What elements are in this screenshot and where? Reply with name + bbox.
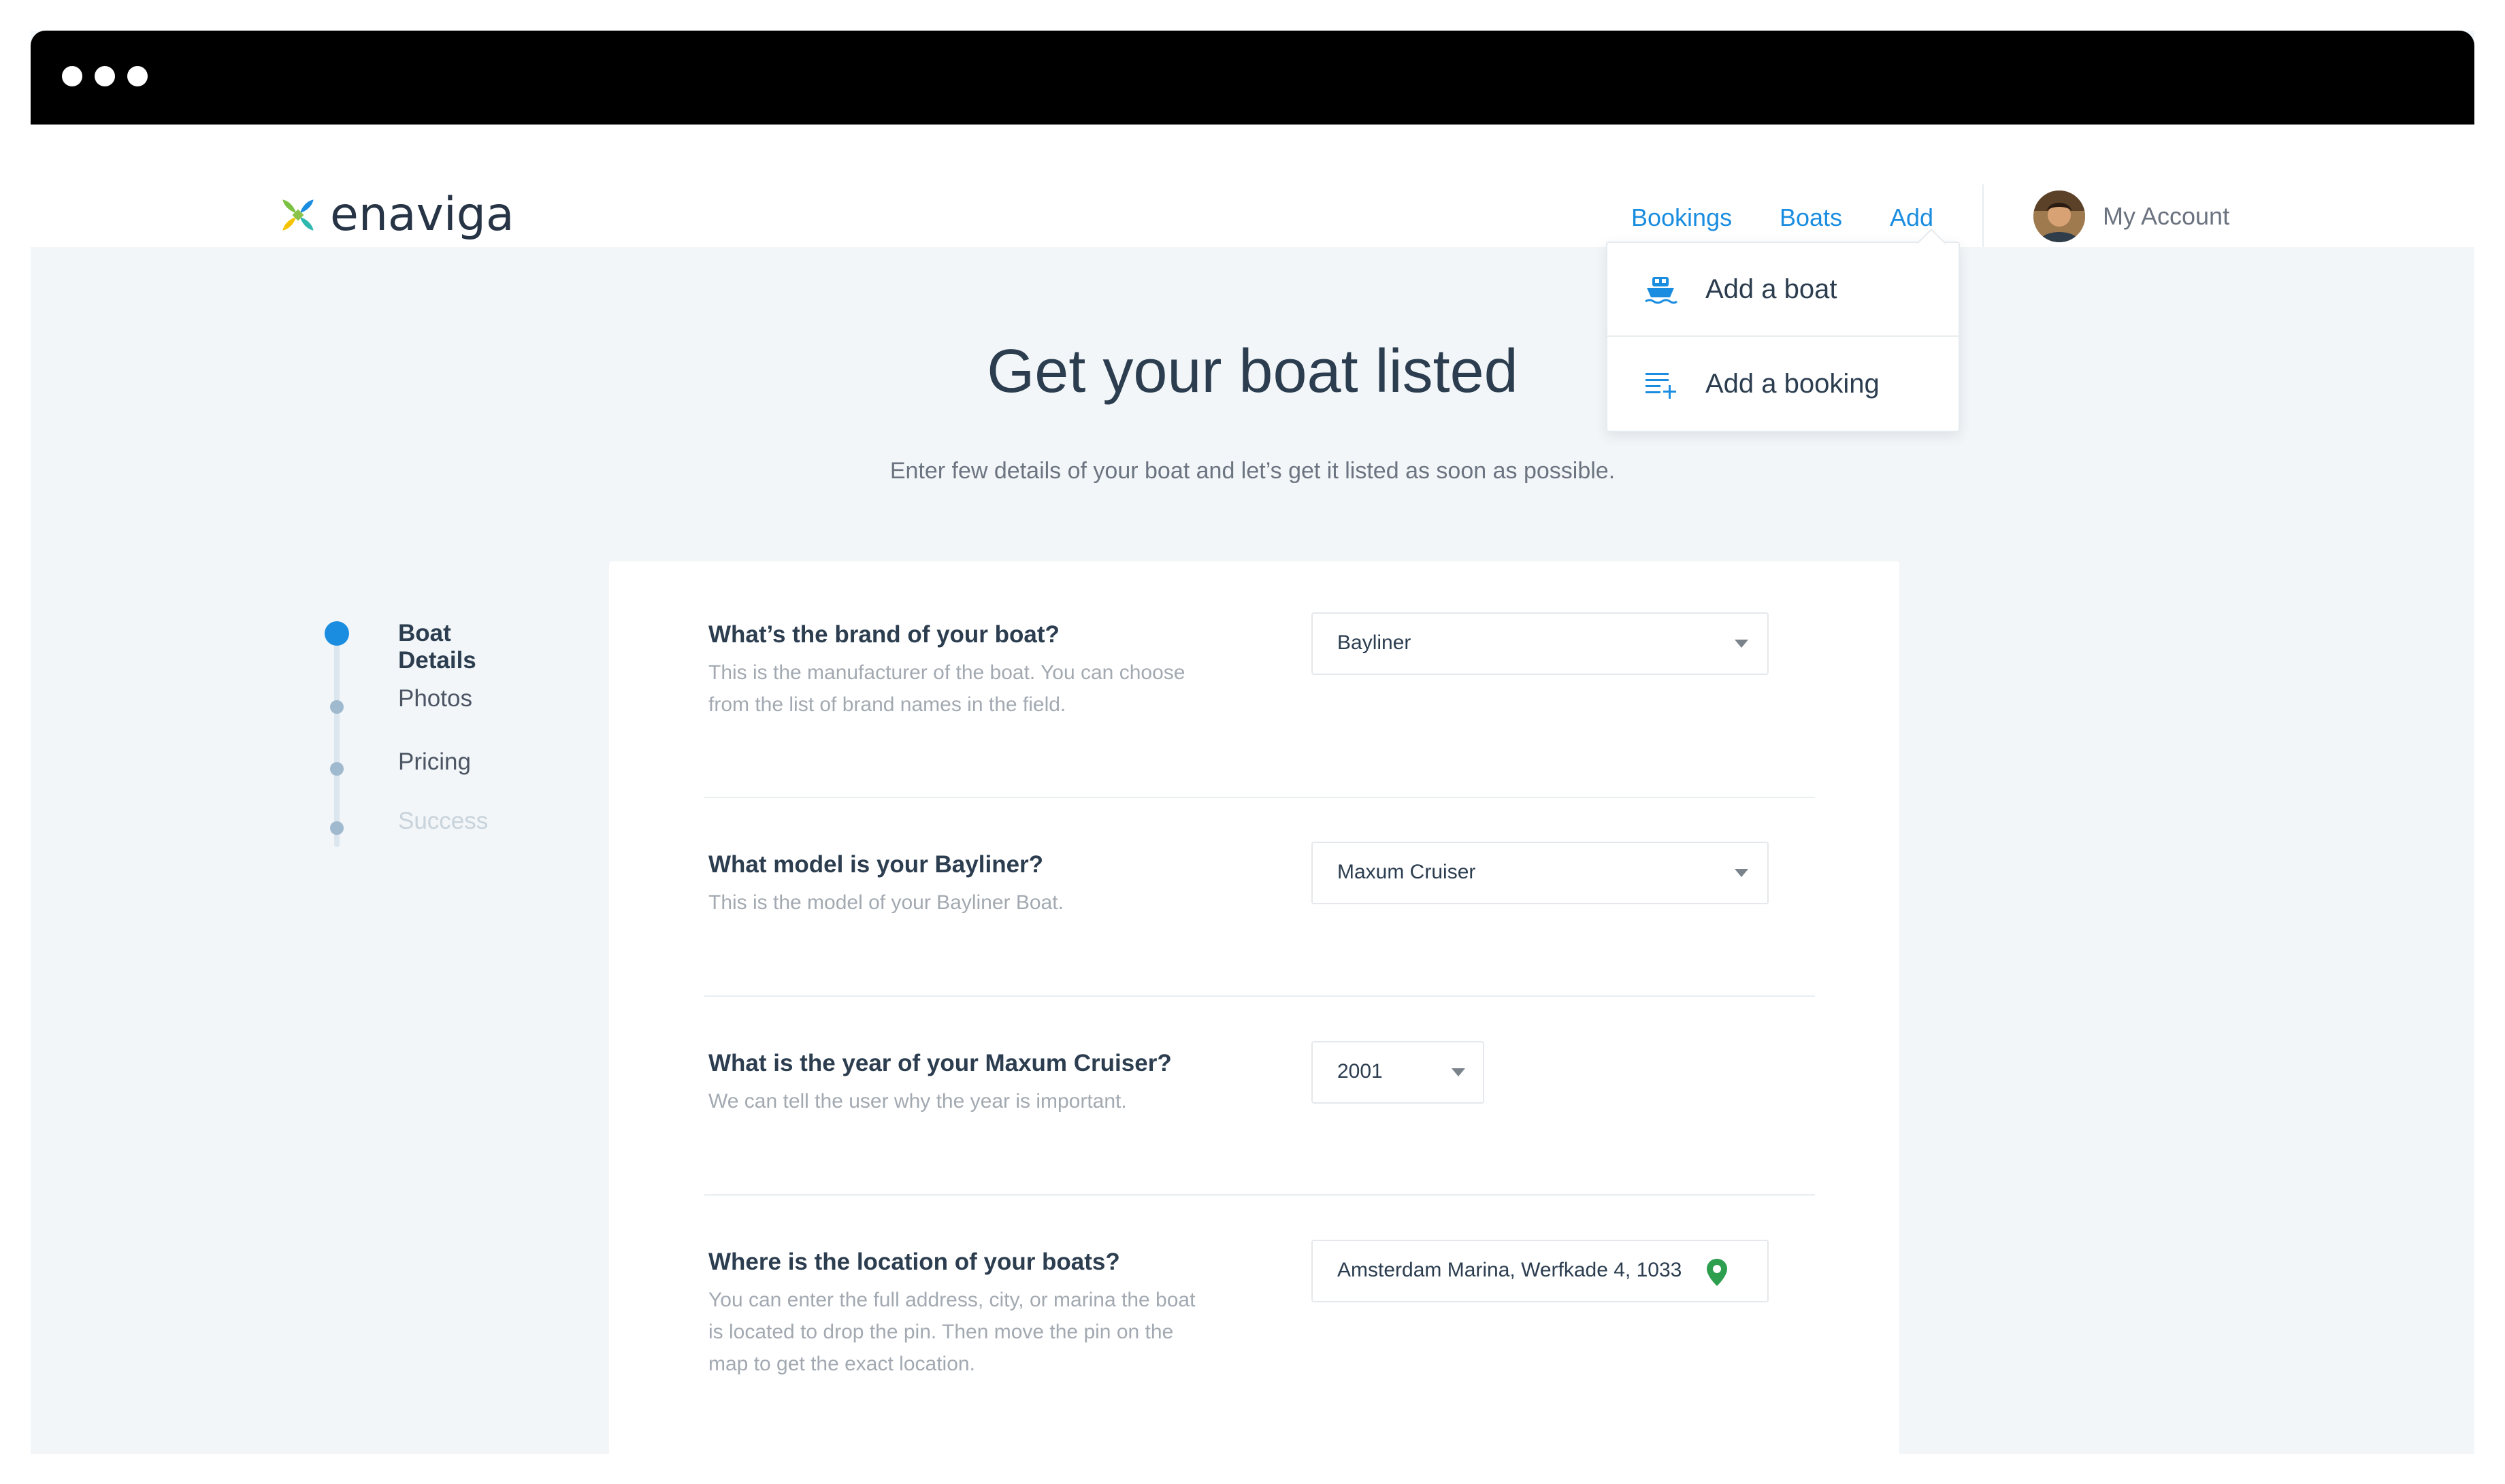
- my-account-link[interactable]: My Account: [2103, 202, 2229, 231]
- menu-item-add-boat[interactable]: Add a boat: [1607, 243, 1959, 337]
- year-question: What is the year of your Maxum Cruiser?: [708, 1050, 1172, 1076]
- model-select[interactable]: Maxum Cruiser: [1311, 842, 1769, 904]
- page-subtitle: Enter few details of your boat and let’s…: [889, 458, 1616, 484]
- model-question: What model is your Bayliner?: [708, 851, 1044, 878]
- brand-select-value: Bayliner: [1337, 631, 1411, 654]
- location-help-text: You can enter the full address, city, or…: [708, 1289, 1196, 1375]
- menu-item-label: Add a booking: [1705, 368, 1880, 399]
- nav-divider: [1982, 184, 1984, 247]
- window-maximize-dot[interactable]: [127, 66, 148, 86]
- window-minimize-dot[interactable]: [95, 66, 115, 86]
- year-select[interactable]: 2001: [1311, 1041, 1484, 1104]
- menu-item-add-booking[interactable]: Add a booking: [1607, 337, 1959, 431]
- form-divider: [704, 797, 1815, 798]
- chevron-down-icon: [1452, 1068, 1465, 1076]
- nav-add-link[interactable]: Add: [1890, 203, 1933, 232]
- top-navbar: enaviga Bookings Boats Add My Account: [31, 125, 2474, 247]
- location-question: Where is the location of your boats?: [708, 1249, 1120, 1275]
- model-select-value: Maxum Cruiser: [1337, 861, 1476, 883]
- add-dropdown-menu: Add a boat Add a booking: [1606, 242, 1960, 432]
- chevron-down-icon: [1735, 869, 1748, 877]
- nav-bookings-link[interactable]: Bookings: [1631, 203, 1732, 232]
- brand-select[interactable]: Bayliner: [1311, 612, 1769, 675]
- stepper-track: [334, 636, 340, 847]
- step-pricing[interactable]: Pricing: [398, 748, 471, 776]
- map-pin-icon: [1707, 1259, 1727, 1286]
- step-indicator: [330, 700, 344, 714]
- brand-question: What’s the brand of your boat?: [708, 621, 1060, 648]
- nav-boats-link[interactable]: Boats: [1780, 203, 1842, 232]
- avatar[interactable]: [2033, 191, 2085, 242]
- year-select-value: 2001: [1337, 1060, 1383, 1083]
- step-active-indicator: [325, 621, 349, 646]
- boat-details-form: What’s the brand of your boat? This is t…: [609, 561, 1899, 1454]
- form-divider: [704, 1194, 1815, 1196]
- boat-icon: [1643, 271, 1678, 307]
- page-title: Get your boat listed: [987, 337, 1518, 406]
- form-divider: [704, 995, 1815, 997]
- window-close-dot[interactable]: [62, 66, 82, 86]
- add-list-icon: [1643, 366, 1678, 401]
- step-indicator: [330, 762, 344, 776]
- model-help-text: This is the model of your Bayliner Boat.: [708, 891, 1064, 914]
- brand-help-text: This is the manufacturer of the boat. Yo…: [708, 661, 1185, 716]
- location-input[interactable]: Amsterdam Marina, Werfkade 4, 1033: [1311, 1240, 1769, 1302]
- step-boat-details[interactable]: Boat Details: [398, 620, 476, 674]
- browser-window: enaviga Bookings Boats Add My Account Ad…: [31, 31, 2474, 1454]
- location-input-value: Amsterdam Marina, Werfkade 4, 1033: [1337, 1259, 1682, 1281]
- menu-item-label: Add a boat: [1705, 274, 1837, 304]
- step-success: Success: [398, 808, 489, 834]
- brand-logo[interactable]: enaviga: [274, 191, 514, 239]
- brand-name: enaviga: [330, 188, 514, 242]
- step-indicator: [330, 821, 344, 835]
- window-titlebar: [31, 31, 2474, 125]
- step-photos[interactable]: Photos: [398, 685, 472, 712]
- chevron-down-icon: [1735, 640, 1748, 648]
- user-photo-icon: [2033, 191, 2085, 242]
- logo-mark-icon: [282, 199, 314, 231]
- year-help-text: We can tell the user why the year is imp…: [708, 1090, 1127, 1112]
